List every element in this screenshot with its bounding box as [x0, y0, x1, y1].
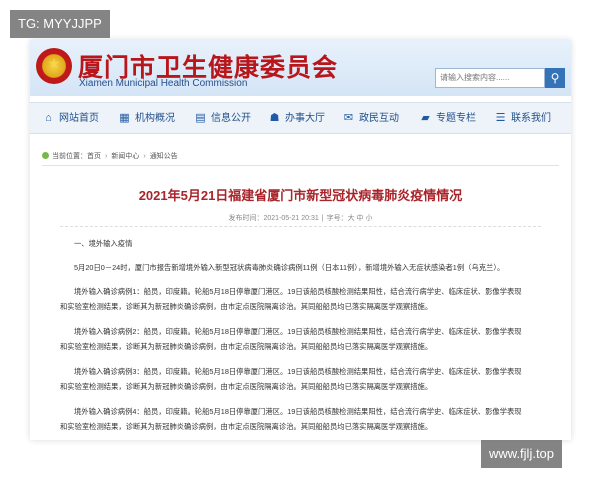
- section-heading: 一、境外输入疫情: [74, 239, 133, 248]
- breadcrumb-separator: ›: [143, 153, 146, 160]
- breadcrumb-prefix: 当前位置：: [52, 153, 87, 160]
- watermark-bottom: www.fjlj.top: [481, 440, 563, 468]
- watermark-top: TG: MYYJJPP: [10, 10, 110, 38]
- search-button[interactable]: ⚲: [545, 68, 565, 88]
- search-icon: ⚲: [550, 71, 560, 85]
- chat-icon: ✉: [343, 112, 354, 124]
- nav-item-label: 网站首页: [59, 113, 99, 124]
- article-title: 2021年5月21日福建省厦门市新型冠状病毒肺炎疫情情况: [138, 188, 463, 203]
- article-meta: 发布时间：2021-05-21 20:31 | 字号：大 中 小: [228, 215, 373, 222]
- nav-item-label: 联系我们: [511, 113, 551, 124]
- contact-icon: ☰: [495, 112, 506, 124]
- breadcrumb-item-home[interactable]: 首页: [87, 153, 101, 160]
- national-emblem-icon: [36, 48, 72, 84]
- nav-item-home[interactable]: ⌂ 网站首页: [42, 103, 99, 133]
- publish-date: 发布时间：2021-05-21 20:31: [228, 215, 319, 222]
- article-paragraph: 5月20日0－24时，厦门市报告新增境外输入新型冠状病毒肺炎确诊病例11例（日本…: [74, 263, 505, 272]
- case-paragraph-line: 境外输入确诊病例4：船员，印度籍。轮船5月18日停靠厦门港区。19日该船员核酸检…: [74, 407, 522, 416]
- nav-item-label: 机构概况: [135, 113, 175, 124]
- breadcrumb-item-news[interactable]: 新闻中心: [111, 153, 139, 160]
- divider: [42, 165, 559, 166]
- font-size-control[interactable]: 字号：大 中 小: [327, 215, 373, 222]
- service-hall-icon: ☗: [269, 112, 280, 124]
- nav-item-interaction[interactable]: ✉ 政民互动: [342, 103, 399, 133]
- case-paragraph-line: 境外输入确诊病例3：船员，印度籍。轮船5月18日停靠厦门港区。19日该船员核酸检…: [74, 367, 522, 376]
- nav-item-contact[interactable]: ☰ 联系我们: [494, 103, 551, 133]
- breadcrumb-item-notices[interactable]: 通知公告: [150, 153, 178, 160]
- folder-icon: ▰: [421, 112, 430, 124]
- nav-item-label: 专题专栏: [436, 113, 476, 124]
- search-input[interactable]: 请输入搜索内容......: [435, 68, 545, 88]
- site-subtitle: Xiamen Municipal Health Commission: [79, 78, 248, 89]
- nav-item-service-hall[interactable]: ☗ 办事大厅: [268, 103, 325, 133]
- case-paragraph-line: 和实验室检测结果，诊断其为新冠肺炎确诊病例，由市定点医院隔离诊治。其同船船员均已…: [60, 382, 433, 391]
- nav-item-label: 办事大厅: [285, 113, 325, 124]
- main-nav: ⌂ 网站首页 ▦ 机构概况 ▤ 信息公开 ☗ 办事大厅 ✉ 政民互动 ▰ 专题专栏 ☰ 联系我…: [30, 102, 571, 134]
- document-icon: ▤: [195, 112, 206, 124]
- nav-item-special-topics[interactable]: ▰ 专题专栏: [419, 103, 476, 133]
- nav-item-organization[interactable]: ▦ 机构概况: [118, 103, 175, 133]
- nav-item-info-disclosure[interactable]: ▤ 信息公开: [194, 103, 251, 133]
- building-icon: ▦: [119, 112, 130, 124]
- case-paragraph-line: 和实验室检测结果，诊断其为新冠肺炎确诊病例，由市定点医院隔离诊治。其同船船员均已…: [60, 342, 433, 351]
- nav-item-label: 信息公开: [211, 113, 251, 124]
- breadcrumb-separator: ›: [105, 153, 108, 160]
- home-icon: ⌂: [45, 112, 52, 124]
- case-paragraph-line: 和实验室检测结果，诊断其为新冠肺炎确诊病例，由市定点医院隔离诊治。其同船船员均已…: [60, 422, 433, 431]
- case-paragraph-line: 境外输入确诊病例1：船员，印度籍。轮船5月18日停靠厦门港区。19日该船员核酸检…: [74, 287, 522, 296]
- site-header: 厦门市卫生健康委员会 Xiamen Municipal Health Commi…: [30, 40, 571, 96]
- location-icon: [42, 152, 49, 159]
- case-paragraph-line: 和实验室检测结果，诊断其为新冠肺炎确诊病例，由市定点医院隔离诊治。其同船船员均已…: [60, 302, 433, 311]
- case-paragraph-line: 境外输入确诊病例2：船员，印度籍。轮船5月18日停靠厦门港区。19日该船员核酸检…: [74, 327, 522, 336]
- nav-item-label: 政民互动: [359, 113, 399, 124]
- browser-page: 厦门市卫生健康委员会 Xiamen Municipal Health Commi…: [30, 40, 571, 440]
- divider: [60, 226, 541, 228]
- breadcrumb: 当前位置：首页 › 新闻中心 › 通知公告: [42, 151, 178, 161]
